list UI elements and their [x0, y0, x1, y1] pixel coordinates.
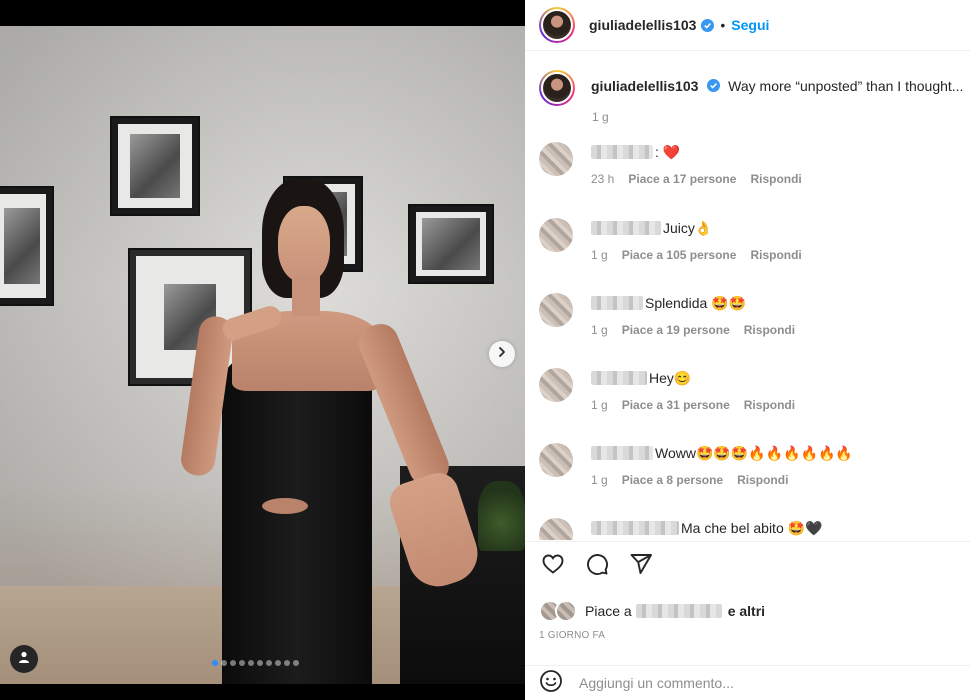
- avatar[interactable]: [539, 518, 573, 540]
- caption-timestamp: 1 g: [592, 110, 609, 124]
- verified-badge-icon: [701, 18, 715, 32]
- post-actions-bar: [525, 541, 970, 591]
- reply-button[interactable]: Rispondi: [750, 248, 801, 262]
- wall-frame: [0, 186, 54, 306]
- post-media: [0, 0, 525, 700]
- wall-frame: [408, 204, 494, 284]
- caption-text: Way more “unposted” than I thought...: [728, 78, 964, 94]
- carousel-dot: [284, 660, 290, 666]
- likes-others-link[interactable]: e altri: [728, 603, 765, 619]
- comment-text: Juicy👌: [663, 219, 713, 236]
- comment-text: : ❤️: [655, 143, 681, 160]
- carousel-dot: [248, 660, 254, 666]
- separator: •: [720, 17, 726, 33]
- share-button[interactable]: [627, 553, 655, 581]
- comments-list[interactable]: giuliadelellis103 Way more “unposted” th…: [525, 52, 970, 540]
- user-tag-icon: [17, 650, 31, 669]
- avatar: [555, 600, 577, 622]
- figure-dress: [222, 351, 372, 684]
- comment-time: 1 g: [591, 398, 608, 412]
- blurred-username[interactable]: [591, 371, 647, 385]
- reply-button[interactable]: Rispondi: [737, 473, 788, 487]
- chevron-right-icon: [496, 345, 508, 363]
- carousel-dot: [221, 660, 227, 666]
- post-photo[interactable]: [0, 26, 525, 684]
- carousel-dot: [212, 660, 218, 666]
- figure-face: [278, 206, 330, 282]
- comment-text: Woww🤩🤩🤩🔥🔥🔥🔥🔥🔥: [655, 444, 853, 461]
- carousel-dot: [293, 660, 299, 666]
- post-header: giuliadelellis103 • Segui: [525, 0, 970, 51]
- comment-time: 1 g: [591, 473, 608, 487]
- add-comment-bar: [525, 665, 970, 700]
- comment-button[interactable]: [583, 553, 611, 581]
- reply-button[interactable]: Rispondi: [744, 398, 795, 412]
- comment-time: 1 g: [591, 323, 608, 337]
- avatar[interactable]: [539, 70, 575, 106]
- comment-time: 1 g: [591, 248, 608, 262]
- carousel-dot: [257, 660, 263, 666]
- comment-likes-link[interactable]: Piace a 105 persone: [622, 248, 737, 262]
- comment-text: Hey😊: [649, 369, 692, 386]
- comment-likes-link[interactable]: Piace a 17 persone: [628, 172, 736, 186]
- avatar[interactable]: [539, 443, 573, 477]
- caption-username-link[interactable]: giuliadelellis103: [591, 78, 698, 94]
- blurred-username[interactable]: [591, 145, 653, 159]
- reply-button[interactable]: Rispondi: [744, 323, 795, 337]
- avatar[interactable]: [539, 218, 573, 252]
- comment-time: 23 h: [591, 172, 615, 186]
- carousel-dot: [239, 660, 245, 666]
- comment-likes-link[interactable]: Piace a 8 persone: [622, 473, 723, 487]
- caption: giuliadelellis103 Way more “unposted” th…: [539, 70, 963, 124]
- follow-button[interactable]: Segui: [731, 17, 769, 33]
- comment-likes-link[interactable]: Piace a 31 persone: [622, 398, 730, 412]
- plant: [478, 481, 525, 551]
- blurred-username[interactable]: [591, 221, 661, 235]
- share-icon: [629, 552, 653, 581]
- username-link[interactable]: giuliadelellis103: [589, 17, 696, 33]
- blurred-username[interactable]: [591, 521, 679, 535]
- comment-icon: [585, 552, 609, 581]
- tagged-users-button[interactable]: [10, 645, 38, 673]
- emoji-icon[interactable]: [539, 669, 563, 698]
- comment-text: Ma che bel abito 🤩🖤: [681, 519, 823, 536]
- comment-input[interactable]: [579, 675, 879, 691]
- post-details-panel: giuliadelellis103 • Segui giuliadelellis…: [525, 0, 970, 700]
- likes-prefix: Piace a: [585, 603, 632, 619]
- post-timestamp[interactable]: 1 GIORNO FA: [539, 630, 605, 641]
- dress-cutout: [262, 498, 308, 514]
- avatar[interactable]: [539, 7, 575, 43]
- heart-icon: [541, 552, 565, 581]
- carousel-dot: [266, 660, 272, 666]
- wall-frame: [110, 116, 200, 216]
- likes-summary: Piace a e altri: [539, 596, 959, 626]
- blurred-username[interactable]: [591, 446, 653, 460]
- verified-badge-icon: [707, 79, 721, 92]
- reply-button[interactable]: Rispondi: [750, 172, 801, 186]
- avatar[interactable]: [539, 142, 573, 176]
- carousel-dot: [230, 660, 236, 666]
- carousel-dot: [275, 660, 281, 666]
- avatar[interactable]: [539, 368, 573, 402]
- avatar[interactable]: [539, 293, 573, 327]
- next-slide-button[interactable]: [489, 341, 515, 367]
- comment-likes-link[interactable]: Piace a 19 persone: [622, 323, 730, 337]
- figure-neck: [292, 276, 320, 316]
- comment-text: Splendida 🤩🤩: [645, 294, 747, 311]
- like-button[interactable]: [539, 553, 567, 581]
- carousel-dots: [212, 660, 299, 666]
- blurred-username[interactable]: [591, 296, 643, 310]
- blurred-username[interactable]: [635, 604, 722, 618]
